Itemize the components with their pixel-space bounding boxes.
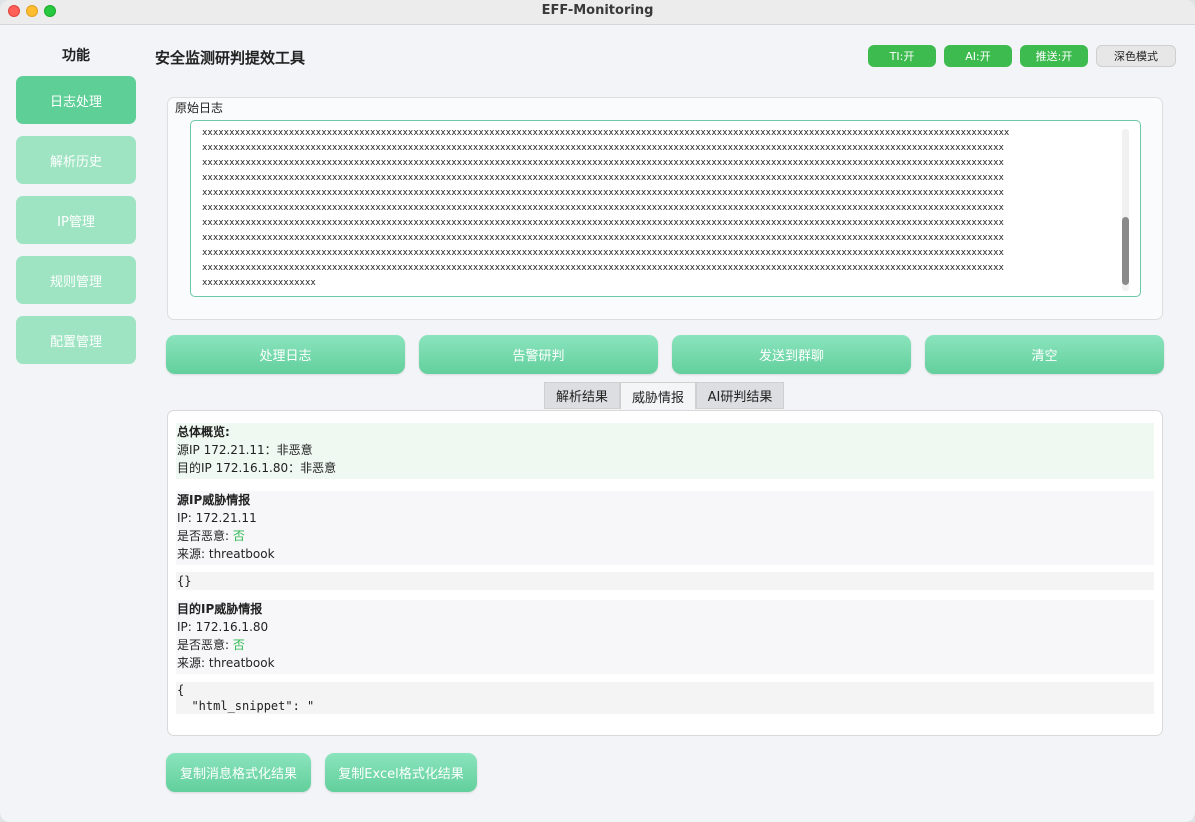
process-log-button[interactable]: 处理日志 bbox=[166, 335, 405, 374]
alert-judge-button[interactable]: 告警研判 bbox=[419, 335, 658, 374]
dst-malicious-line: 是否恶意: 否 bbox=[177, 636, 1154, 654]
copy-message-format-button[interactable]: 复制消息格式化结果 bbox=[166, 753, 311, 792]
overview-title: 总体概览: bbox=[177, 425, 230, 439]
src-ip-title: 源IP威胁情报 bbox=[177, 493, 251, 507]
src-malicious-value: 否 bbox=[232, 529, 245, 543]
src-malicious-label: 是否恶意: bbox=[177, 529, 233, 543]
app-window: EFF-Monitoring 功能 日志处理 解析历史 IP管理 规则管理 配置… bbox=[0, 0, 1195, 822]
sidebar-title: 功能 bbox=[62, 48, 90, 64]
overview-src-line: 源IP 172.21.11：非恶意 bbox=[177, 443, 313, 457]
tab-threat-intel[interactable]: 威胁情报 bbox=[620, 382, 696, 409]
clear-button[interactable]: 清空 bbox=[925, 335, 1164, 374]
src-source-line: 来源: threatbook bbox=[177, 547, 275, 561]
title-bar: EFF-Monitoring bbox=[0, 0, 1195, 25]
overview-dst-line: 目的IP 172.16.1.80：非恶意 bbox=[177, 461, 337, 475]
raw-log-text: xxxxxxxxxxxxxxxxxxxxxxxxxxxxxxxxxxxxxxxx… bbox=[202, 128, 1010, 288]
src-ip-section: 源IP威胁情报 IP: 172.21.11 是否恶意: 否 来源: threat… bbox=[176, 491, 1154, 565]
raw-log-panel: 原始日志 xxxxxxxxxxxxxxxxxxxxxxxxxxxxxxxxxxx… bbox=[167, 97, 1163, 320]
raw-log-textarea[interactable]: xxxxxxxxxxxxxxxxxxxxxxxxxxxxxxxxxxxxxxxx… bbox=[190, 120, 1141, 297]
raw-log-label: 原始日志 bbox=[175, 101, 224, 115]
overview-section: 总体概览: 源IP 172.21.11：非恶意 目的IP 172.16.1.80… bbox=[176, 423, 1154, 479]
page-title: 安全监测研判提效工具 bbox=[155, 49, 306, 67]
dst-ip-line: IP: 172.16.1.80 bbox=[177, 620, 269, 634]
ai-toggle-button[interactable]: AI:开 bbox=[944, 45, 1012, 67]
dark-mode-button[interactable]: 深色模式 bbox=[1096, 45, 1176, 67]
sidebar-item-ip-management[interactable]: IP管理 bbox=[16, 196, 136, 244]
sidebar-item-config-management[interactable]: 配置管理 bbox=[16, 316, 136, 364]
window-title: EFF-Monitoring bbox=[541, 3, 654, 18]
dst-ip-section: 目的IP威胁情报 IP: 172.16.1.80 是否恶意: 否 来源: thr… bbox=[176, 600, 1154, 674]
tab-parse-result[interactable]: 解析结果 bbox=[544, 382, 620, 409]
copy-excel-format-button[interactable]: 复制Excel格式化结果 bbox=[325, 753, 477, 792]
sidebar-item-parse-history[interactable]: 解析历史 bbox=[16, 136, 136, 184]
dst-malicious-label: 是否恶意: bbox=[177, 638, 233, 652]
log-scrollbar-thumb[interactable] bbox=[1122, 217, 1129, 285]
sidebar-item-rule-management[interactable]: 规则管理 bbox=[16, 256, 136, 304]
dst-ip-title: 目的IP威胁情报 bbox=[177, 602, 263, 616]
sidebar-item-log-processing[interactable]: 日志处理 bbox=[16, 76, 136, 124]
push-toggle-button[interactable]: 推送:开 bbox=[1020, 45, 1088, 67]
send-to-group-button[interactable]: 发送到群聊 bbox=[672, 335, 911, 374]
tab-ai-judgment[interactable]: AI研判结果 bbox=[696, 382, 784, 409]
src-ip-line: IP: 172.21.11 bbox=[177, 511, 257, 525]
threat-intel-panel: 总体概览: 源IP 172.21.11：非恶意 目的IP 172.16.1.80… bbox=[167, 410, 1163, 736]
dst-source-line: 来源: threatbook bbox=[177, 656, 275, 670]
src-malicious-line: 是否恶意: 否 bbox=[177, 527, 1154, 545]
ti-toggle-button[interactable]: TI:开 bbox=[868, 45, 936, 67]
dst-raw-json: { "html_snippet": " bbox=[176, 682, 1154, 714]
dst-malicious-value: 否 bbox=[232, 638, 245, 652]
src-raw-json: {} bbox=[176, 572, 1154, 590]
